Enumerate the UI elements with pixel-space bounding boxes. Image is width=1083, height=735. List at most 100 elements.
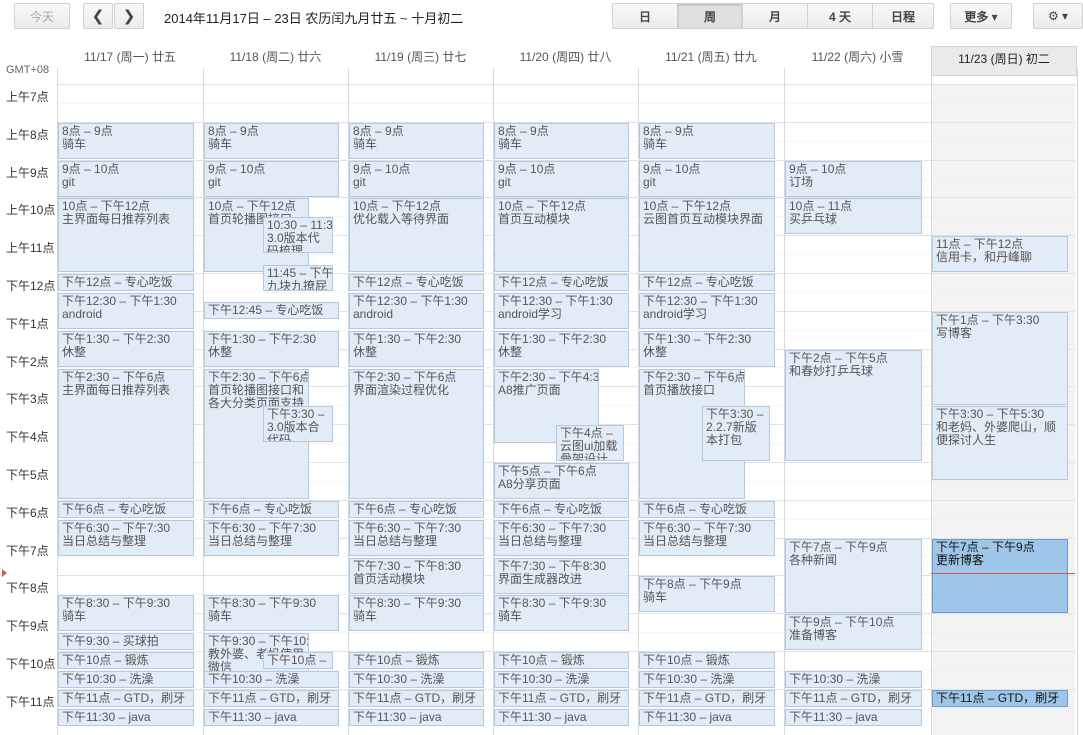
- event-title: 骑车: [353, 609, 378, 623]
- calendar-event[interactable]: 下午8:30 – 下午9:30 骑车: [58, 595, 194, 631]
- calendar-event[interactable]: 下午2点 – 下午5点 和春妙打乒乓球: [785, 350, 922, 461]
- event-time: 下午10:30 – 洗澡: [643, 672, 735, 686]
- calendar-event[interactable]: 下午12点 – 专心吃饭: [639, 274, 775, 291]
- calendar-event[interactable]: 下午1:30 – 下午2:30 休整: [58, 331, 194, 367]
- calendar-event[interactable]: 9点 – 10点 git: [204, 161, 339, 197]
- calendar-event[interactable]: 10点 – 11点 买乒乓球: [785, 198, 922, 234]
- calendar-event[interactable]: 下午11点 – GTD，刷牙: [785, 690, 922, 707]
- calendar-event[interactable]: 下午12:45 – 专心吃饭: [204, 302, 339, 319]
- calendar-event[interactable]: 9点 – 10点 git: [639, 161, 775, 197]
- calendar-event[interactable]: 下午12:30 – 下午1:30 android学习: [494, 293, 629, 329]
- event-title: 当日总结与整理: [498, 534, 583, 548]
- calendar-event[interactable]: 9点 – 10点 git: [349, 161, 484, 197]
- calendar-event[interactable]: 下午10:30 – 洗澡: [494, 671, 629, 688]
- calendar-event[interactable]: 下午6:30 – 下午7:30 当日总结与整理: [349, 520, 484, 556]
- calendar-event[interactable]: 下午2:30 – 下午6点 主界面每日推荐列表: [58, 369, 194, 499]
- calendar-event[interactable]: 下午1:30 – 下午2:30 休整: [639, 331, 775, 367]
- day-header[interactable]: 11/21 (周五) 廿九: [638, 48, 784, 68]
- calendar-event[interactable]: 下午7点 – 下午9点 各种新闻: [785, 539, 922, 613]
- calendar-event[interactable]: 下午12点 – 专心吃饭: [494, 274, 629, 291]
- calendar-event[interactable]: 下午10:30 – 洗澡: [639, 671, 775, 688]
- calendar-event[interactable]: 10点 – 下午12点 主界面每日推荐列表: [58, 198, 194, 272]
- calendar-event[interactable]: 下午10:30 – 洗澡: [349, 671, 484, 688]
- calendar-event[interactable]: 11点 – 下午12点 信用卡，和丹峰聊: [932, 236, 1068, 272]
- calendar-event[interactable]: 下午8:30 – 下午9:30 骑车: [204, 595, 339, 631]
- calendar-event[interactable]: 下午11点 – GTD，刷牙: [58, 690, 194, 707]
- calendar-event[interactable]: 下午12:30 – 下午1:30 android: [349, 293, 484, 329]
- calendar-event[interactable]: 下午7:30 – 下午8:30 界面生成器改进: [494, 558, 629, 594]
- calendar-event[interactable]: 下午6点 – 专心吃饭: [204, 501, 339, 518]
- calendar-event[interactable]: 下午10点 – 锻炼: [58, 652, 194, 669]
- calendar-event[interactable]: 下午3:30 –3.0版本合代码: [263, 406, 333, 442]
- calendar-event[interactable]: 下午6:30 – 下午7:30 当日总结与整理: [204, 520, 339, 556]
- calendar-event[interactable]: 下午7点 – 下午9点 更新博客: [932, 539, 1068, 613]
- calendar-event[interactable]: 下午11:30 – java: [639, 709, 775, 726]
- calendar-event[interactable]: 下午11点 – GTD，刷牙: [639, 690, 775, 707]
- calendar-event[interactable]: 下午10点 – 锻炼: [349, 652, 484, 669]
- event-title: android: [62, 307, 103, 321]
- calendar-event[interactable]: 10:30 – 11:30 3.0版本代码梳理: [263, 217, 333, 253]
- calendar-event[interactable]: 下午2:30 – 下午6点 界面渲染过程优化: [349, 369, 484, 499]
- calendar-event[interactable]: 下午8:30 – 下午9:30 骑车: [494, 595, 629, 631]
- calendar-event[interactable]: 下午6:30 – 下午7:30 当日总结与整理: [494, 520, 629, 556]
- calendar-event[interactable]: 下午11:30 – java: [785, 709, 922, 726]
- calendar-event[interactable]: 下午11:30 – java: [349, 709, 484, 726]
- calendar-event[interactable]: 9点 – 10点 订场: [785, 161, 922, 197]
- day-header[interactable]: 11/19 (周三) 廿七: [348, 48, 493, 68]
- calendar-event[interactable]: 下午12:30 – 下午1:30 android学习: [639, 293, 775, 329]
- calendar-event[interactable]: 10点 – 下午12点 首页互动模块: [494, 198, 629, 272]
- calendar-event[interactable]: 下午10:30 – 洗澡: [204, 671, 339, 688]
- calendar-event[interactable]: 下午11:30 – java: [58, 709, 194, 726]
- calendar-event[interactable]: 下午12点 – 专心吃饭: [349, 274, 484, 291]
- calendar-event[interactable]: 下午9:30 – 买球拍: [58, 633, 194, 650]
- calendar-event[interactable]: 8点 – 9点 骑车: [204, 123, 339, 159]
- calendar-event[interactable]: 下午11:30 – java: [204, 709, 339, 726]
- day-header[interactable]: 11/23 (周日) 初二: [931, 46, 1077, 76]
- calendar-event[interactable]: 下午6:30 – 下午7:30 当日总结与整理: [58, 520, 194, 556]
- calendar-event[interactable]: 9点 – 10点 git: [494, 161, 629, 197]
- day-header[interactable]: 11/18 (周二) 廿六: [203, 48, 348, 68]
- calendar-event[interactable]: 下午8点 – 下午9点 骑车: [639, 576, 775, 612]
- calendar-event[interactable]: 下午12:30 – 下午1:30 android: [58, 293, 194, 329]
- calendar-event[interactable]: 下午4点 – 云图ui加载骨架设计: [556, 425, 624, 461]
- calendar-event[interactable]: 下午6点 – 专心吃饭: [349, 501, 484, 518]
- calendar-event[interactable]: 下午6点 – 专心吃饭: [58, 501, 194, 518]
- event-time: 下午11点 – GTD，刷牙: [789, 691, 913, 705]
- calendar-event[interactable]: 下午8:30 – 下午9:30 骑车: [349, 595, 484, 631]
- calendar-event[interactable]: 下午1:30 – 下午2:30 休整: [204, 331, 339, 367]
- calendar-event[interactable]: 下午9点 – 下午10点 准备博客: [785, 614, 922, 650]
- calendar-event[interactable]: 8点 – 9点 骑车: [639, 123, 775, 159]
- day-header[interactable]: 11/20 (周四) 廿八: [493, 48, 638, 68]
- calendar-event[interactable]: 10点 – 下午12点 云图首页互动模块界面: [639, 198, 775, 272]
- calendar-event[interactable]: 8点 – 9点 骑车: [349, 123, 484, 159]
- calendar-event[interactable]: 下午1点 – 下午3:30 写博客: [932, 312, 1068, 405]
- calendar-event[interactable]: 下午7:30 – 下午8:30 首页活动模块: [349, 558, 484, 594]
- calendar-event[interactable]: 下午3:30 – 下午5:30 和老妈、外婆爬山，顺便探讨人生: [932, 406, 1068, 480]
- calendar-event[interactable]: 下午10点 – 锻炼: [639, 652, 775, 669]
- calendar-event[interactable]: 下午1:30 – 下午2:30 休整: [349, 331, 484, 367]
- calendar-event[interactable]: 11:45 – 下午12:30九块九撩屁股: [263, 265, 333, 291]
- calendar-event[interactable]: 下午5点 – 下午6点 A8分享页面: [494, 463, 629, 499]
- day-header[interactable]: 11/17 (周一) 廿五: [57, 48, 203, 68]
- calendar-event[interactable]: 下午12点 – 专心吃饭: [58, 274, 194, 291]
- calendar-event[interactable]: 下午6点 – 专心吃饭: [639, 501, 775, 518]
- calendar-event[interactable]: 下午11点 – GTD，刷牙: [349, 690, 484, 707]
- calendar-event[interactable]: 8点 – 9点 骑车: [494, 123, 629, 159]
- calendar-event[interactable]: 下午10:30 – 洗澡: [58, 671, 194, 688]
- calendar-event[interactable]: 下午6:30 – 下午7:30 当日总结与整理: [639, 520, 775, 556]
- calendar-event[interactable]: 下午1:30 – 下午2:30 休整: [494, 331, 629, 367]
- calendar-event[interactable]: 下午3:30 –2.2.7新版本打包: [702, 406, 770, 461]
- calendar-event[interactable]: 8点 – 9点 骑车: [58, 123, 194, 159]
- calendar-event[interactable]: 下午11点 – GTD，刷牙: [494, 690, 629, 707]
- calendar-event[interactable]: 下午6点 – 专心吃饭: [494, 501, 629, 518]
- calendar-event[interactable]: 下午11:30 – java: [494, 709, 629, 726]
- calendar-event[interactable]: 下午10点 – 锻炼: [494, 652, 629, 669]
- calendar-event[interactable]: 下午11点 – GTD，刷牙: [204, 690, 339, 707]
- calendar-event[interactable]: 下午10:30 – 洗澡: [785, 671, 922, 688]
- event-title: 2.2.7新版本打包: [706, 420, 757, 447]
- calendar-event[interactable]: 9点 – 10点 git: [58, 161, 194, 197]
- calendar-event[interactable]: 10点 – 下午12点 优化载入等待界面: [349, 198, 484, 272]
- calendar-event[interactable]: 下午10点 –: [263, 652, 333, 669]
- calendar-event[interactable]: 下午11点 – GTD，刷牙: [932, 690, 1068, 707]
- day-header[interactable]: 11/22 (周六) 小雪: [784, 48, 931, 68]
